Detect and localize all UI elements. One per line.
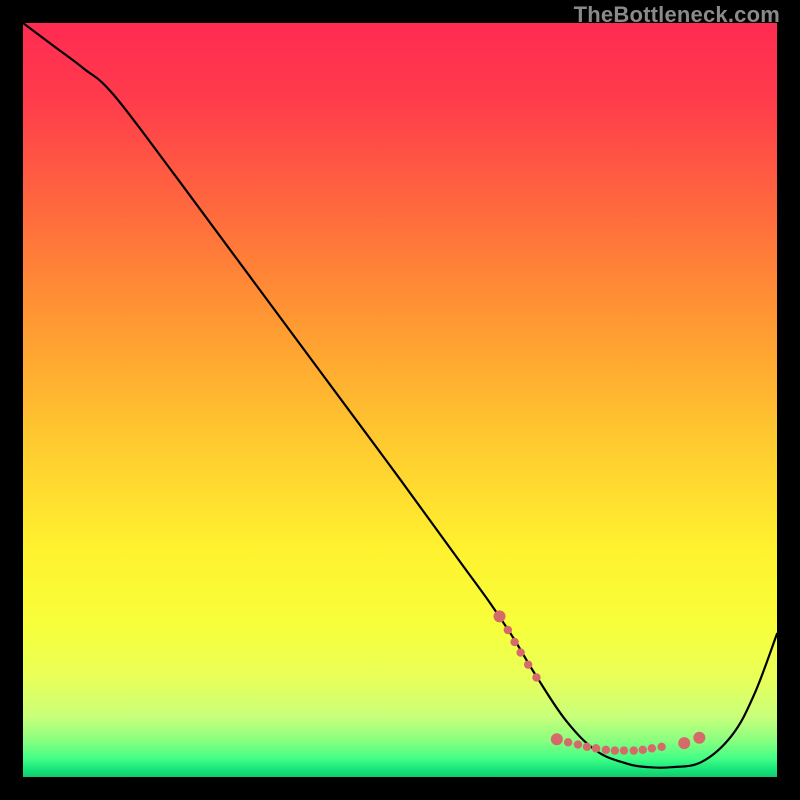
highlight-dot bbox=[639, 746, 647, 754]
highlight-dot bbox=[510, 638, 518, 646]
highlight-dot bbox=[516, 648, 524, 656]
highlight-dot bbox=[657, 743, 665, 751]
plot-area bbox=[23, 23, 777, 777]
highlight-dot bbox=[592, 744, 600, 752]
highlight-dot bbox=[630, 746, 638, 754]
highlight-dot bbox=[504, 626, 512, 634]
highlight-dot bbox=[532, 673, 540, 681]
highlight-dot bbox=[524, 660, 532, 668]
gradient-background bbox=[23, 23, 777, 777]
highlight-dot bbox=[602, 746, 610, 754]
highlight-dot bbox=[583, 743, 591, 751]
highlight-dot bbox=[678, 737, 690, 749]
highlight-dot bbox=[551, 733, 563, 745]
chart-stage: TheBottleneck.com bbox=[0, 0, 800, 800]
highlight-dot bbox=[693, 732, 705, 744]
highlight-dot bbox=[620, 746, 628, 754]
highlight-dot bbox=[574, 740, 582, 748]
highlight-dot bbox=[494, 610, 506, 622]
chart-svg bbox=[23, 23, 777, 777]
highlight-dot bbox=[611, 746, 619, 754]
highlight-dot bbox=[648, 744, 656, 752]
highlight-dot bbox=[564, 738, 572, 746]
